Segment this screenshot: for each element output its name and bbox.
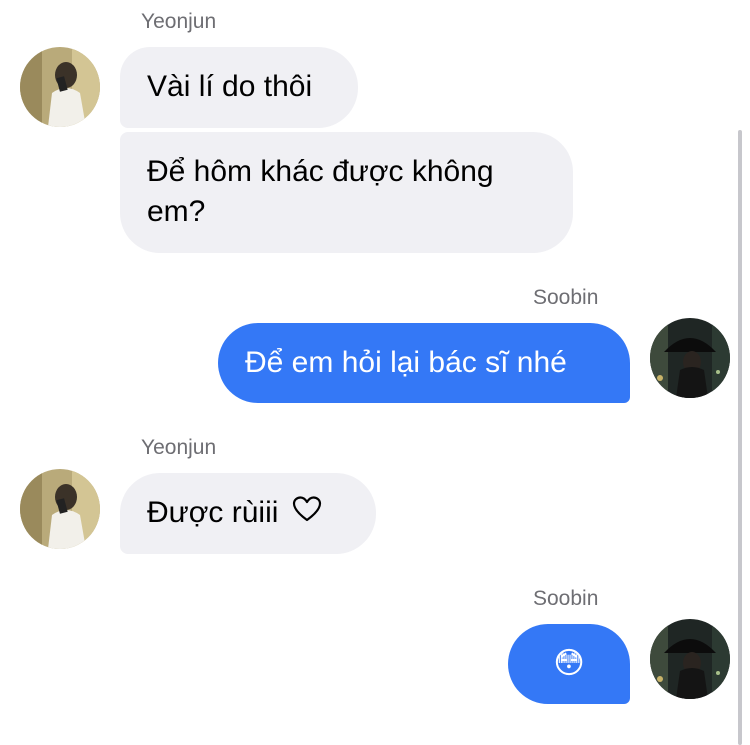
avatar-yeonjun[interactable] [20,469,100,549]
avatar-soobin[interactable] [650,619,730,699]
sender-name-soobin: Soobin [533,587,599,610]
message-bubble-outgoing[interactable]: 😳 [508,624,630,704]
message-text: Được rùiii [147,496,279,529]
message-bubble-incoming[interactable]: Để hôm khác được không em? [120,132,573,253]
avatar-yeonjun[interactable] [20,47,100,127]
scrollbar[interactable] [738,130,742,745]
avatar-soobin[interactable] [650,318,730,398]
message-bubble-incoming[interactable]: Vài lí do thôi [120,47,358,128]
message-text: Để hôm khác được không em? [147,155,494,228]
message-text: Vài lí do thôi [147,70,313,103]
sender-name-yeonjun: Yeonjun [141,436,217,459]
flushed-emoji-icon: 😳 [553,647,585,680]
heart-outline-icon [292,494,322,534]
sender-name-soobin: Soobin [533,286,599,309]
message-bubble-outgoing[interactable]: Để em hỏi lại bác sĩ nhé [218,323,630,403]
sender-name-yeonjun: Yeonjun [141,10,217,33]
message-bubble-incoming[interactable]: Được rùiii [120,473,376,554]
message-text: Để em hỏi lại bác sĩ nhé [245,346,567,379]
